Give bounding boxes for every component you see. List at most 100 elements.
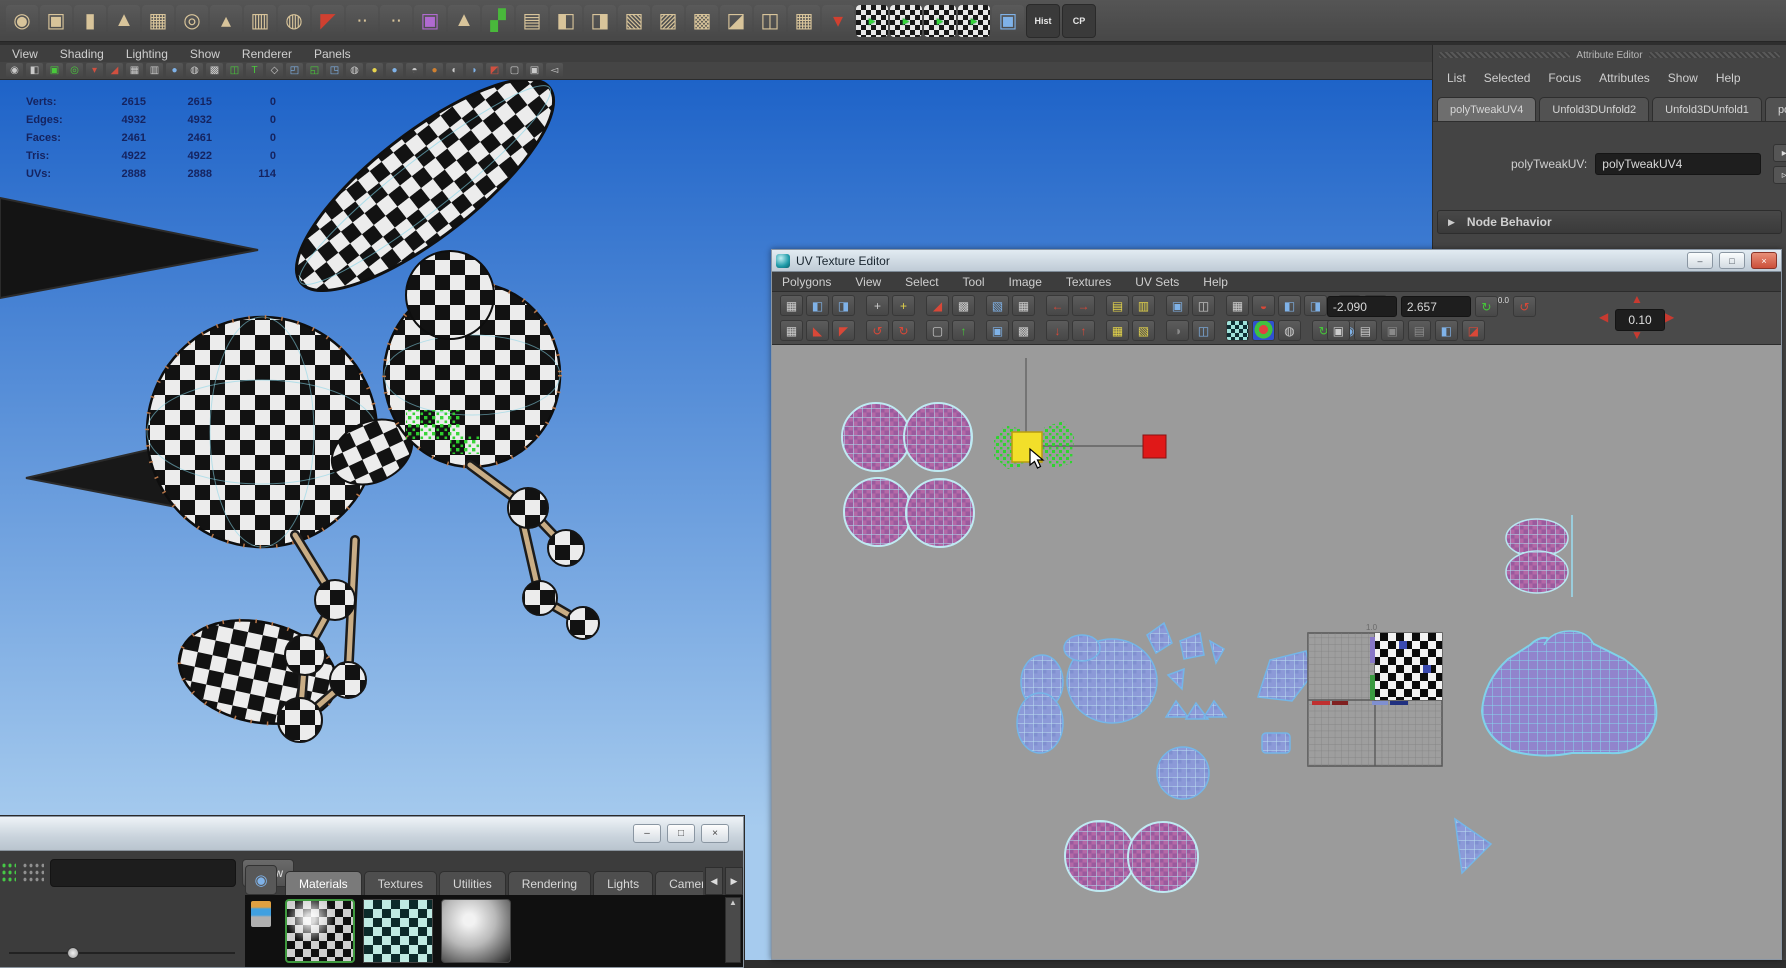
uv-grid-texture-block[interactable]: 1.0 [1308, 623, 1442, 766]
combine-icon[interactable]: ◧ [550, 5, 582, 37]
grease-pencil-icon[interactable]: ▾ [86, 63, 103, 78]
slider-handle[interactable] [67, 947, 79, 959]
viewport-menu-item[interactable]: View [12, 47, 38, 61]
uv-editor-canvas[interactable]: 1.0 [772, 345, 1781, 959]
poly-platonic-icon[interactable]: ◍ [278, 5, 310, 37]
select-camera-icon[interactable]: ◉ [6, 63, 23, 78]
distribute-uv-icon[interactable]: ▩ [1012, 320, 1035, 341]
attribute-editor-menu-item[interactable]: Show [1668, 71, 1698, 85]
rotate-ccw-icon[interactable]: ↺ [866, 320, 889, 341]
yellow-light-icon[interactable]: ● [366, 63, 383, 78]
rgb-channels-icon[interactable] [1252, 320, 1275, 341]
hypershade-tab[interactable]: Utilities [439, 871, 506, 895]
v-coordinate-input[interactable] [1401, 296, 1471, 317]
safe-action-icon[interactable]: ▩ [206, 63, 223, 78]
align-v-min-icon[interactable]: ↓ [1046, 320, 1069, 341]
border-edge-icon[interactable]: ◫ [1192, 320, 1215, 341]
create-bar-icon[interactable]: ◉ [245, 865, 277, 895]
sphere-pair-icon[interactable]: ∙∙ [346, 5, 378, 37]
tweak-u-icon[interactable]: ◣ [806, 320, 829, 341]
attribute-editor-menu-item[interactable]: List [1447, 71, 1466, 85]
viewport-menu-item[interactable]: Renderer [242, 47, 292, 61]
isolate-select-icon[interactable]: ◩ [486, 63, 503, 78]
maximize-button[interactable]: □ [667, 824, 695, 843]
hypershade-search-input[interactable] [50, 859, 236, 887]
snap-grid-c-icon[interactable]: ▦ [1106, 320, 1129, 341]
tab-scroll-left-button[interactable]: ◀ [705, 867, 723, 895]
attribute-editor-header[interactable]: Attribute Editor [1433, 47, 1786, 63]
maximize-button[interactable]: □ [1719, 252, 1745, 269]
attribute-editor-menu-item[interactable]: Selected [1484, 71, 1531, 85]
frame-all-icon[interactable]: ◇ [266, 63, 283, 78]
move-uv-shell-icon[interactable]: ◧ [806, 295, 829, 316]
checker-texture-swatch[interactable] [363, 899, 433, 963]
quad-draw-icon[interactable]: ◤ [312, 5, 344, 37]
gate-mask-icon[interactable]: ● [166, 63, 183, 78]
viewport-menu-item[interactable]: Show [190, 47, 220, 61]
brush-icon[interactable]: ◢ [106, 63, 123, 78]
show-node-button[interactable]: ▹ [1773, 166, 1786, 184]
project-curve-icon[interactable]: ◪ [720, 5, 752, 37]
minimize-button[interactable]: – [1687, 252, 1713, 269]
grid-toggle-icon[interactable]: ▦ [1226, 295, 1249, 316]
split-mesh-icon[interactable]: ◫ [754, 5, 786, 37]
subdiv-cube-icon[interactable]: ▣ [414, 5, 446, 37]
safe-title-icon[interactable]: ◫ [226, 63, 243, 78]
blue-uv-shell-cluster[interactable] [1017, 623, 1226, 799]
pixel-snap-icon[interactable]: ◧ [1278, 295, 1301, 316]
close-button[interactable]: × [1751, 252, 1777, 269]
uv-lattice-b-icon[interactable]: ▦ [780, 320, 803, 341]
uv-automatic-map-icon[interactable]: ▸ [958, 5, 990, 37]
hypershade-tab[interactable]: Materials [285, 871, 362, 895]
magenta-uv-shells-group-b[interactable] [1065, 821, 1198, 892]
uv-editor-menu-item[interactable]: Polygons [782, 275, 831, 289]
nudge-down-button[interactable]: ▼ [1631, 328, 1643, 342]
transform-pin-icon[interactable]: ▾ [822, 5, 854, 37]
magenta-uv-ovals[interactable] [1506, 515, 1572, 597]
layout-uv-icon[interactable]: ▣ [986, 320, 1009, 341]
viewport-menu-item[interactable]: Shading [60, 47, 104, 61]
uv-editor-menu-item[interactable]: Select [905, 275, 938, 289]
focus-node-button[interactable]: ▸ [1773, 144, 1786, 162]
align-u-max-icon[interactable]: → [1072, 295, 1095, 316]
purple-body-uv-shell[interactable] [1482, 631, 1656, 756]
poly-cone-icon[interactable]: ▲ [108, 5, 140, 37]
hypershade-tab[interactable]: Rendering [508, 871, 591, 895]
hypershade-tab[interactable]: Cameras [655, 871, 703, 895]
uv-editor-menu-item[interactable]: Textures [1066, 275, 1111, 289]
close-button[interactable]: × [701, 824, 729, 843]
bridge-icon[interactable]: ▧ [618, 5, 650, 37]
dim-image-icon[interactable]: ◑ [1166, 320, 1189, 341]
shaded-icon[interactable]: ◱ [306, 63, 323, 78]
uv-editor-menu-item[interactable]: View [855, 275, 881, 289]
align-v-max-icon[interactable]: ↑ [1072, 320, 1095, 341]
attribute-editor-tab[interactable]: polyTweakUV4 [1437, 97, 1536, 121]
checker-map-icon[interactable] [1226, 320, 1249, 341]
poke-face-icon[interactable]: ▨ [652, 5, 684, 37]
unfold-uv-icon[interactable]: ▦ [1012, 295, 1035, 316]
textured-icon[interactable]: ◳ [326, 63, 343, 78]
checker-sphere-swatch[interactable] [285, 899, 355, 963]
text-hud-icon[interactable]: T [246, 63, 263, 78]
snap-point-icon[interactable]: ▥ [1132, 295, 1155, 316]
paste-disabled-icon[interactable]: ▤ [1408, 320, 1431, 341]
wire-on-shaded-icon[interactable]: ▣ [526, 63, 543, 78]
blue-light-icon[interactable]: ● [386, 63, 403, 78]
viewport-menu-item[interactable]: Panels [314, 47, 351, 61]
poly-cylinder-icon[interactable]: ▮ [74, 5, 106, 37]
flip-v-icon[interactable]: + [892, 295, 915, 316]
xray-cube-icon[interactable]: ▢ [506, 63, 523, 78]
hypershade-titlebar[interactable]: – □ × [0, 817, 743, 851]
attribute-editor-tab[interactable]: Unfold3DUnfold2 [1539, 97, 1649, 121]
swatch-size-slider[interactable] [9, 947, 235, 959]
cp-icon[interactable]: CP [1062, 4, 1096, 38]
alpha-channel-icon[interactable]: ◍ [1278, 320, 1301, 341]
poly-pyramid-icon[interactable]: ▴ [210, 5, 242, 37]
list-view-icon[interactable] [251, 901, 271, 927]
swatch-scrollbar[interactable]: ▲ [725, 897, 741, 963]
uv-planar-map-icon[interactable]: ▸ [856, 5, 888, 37]
cycle-uv-icon[interactable]: ◪ [1462, 320, 1485, 341]
fold-uv-icon[interactable]: ▧ [986, 295, 1009, 316]
nudge-up-button[interactable]: ▲ [1631, 292, 1643, 306]
orange-sphere-icon[interactable]: ● [426, 63, 443, 78]
